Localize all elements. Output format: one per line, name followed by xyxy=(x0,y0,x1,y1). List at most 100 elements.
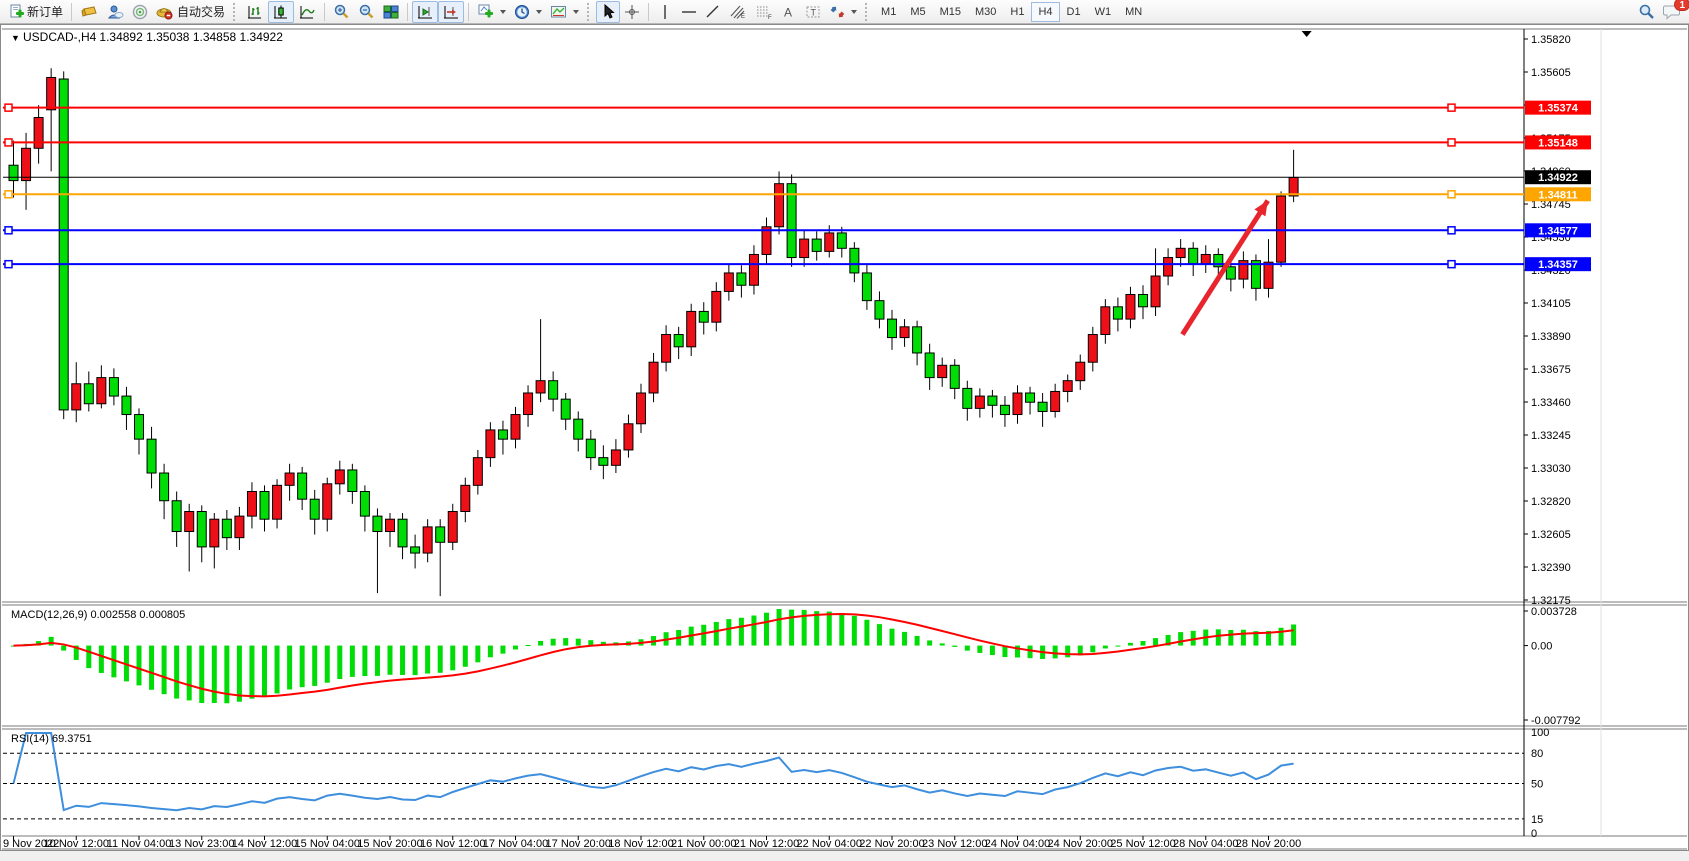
gold-ingot-button[interactable] xyxy=(76,1,102,23)
trendline-button[interactable] xyxy=(701,1,725,23)
arrows-button[interactable] xyxy=(826,1,861,23)
search-button[interactable] xyxy=(1634,1,1659,23)
bar-chart-button[interactable] xyxy=(242,1,268,23)
svg-text:18 Nov 12:00: 18 Nov 12:00 xyxy=(608,838,673,850)
periods-caret xyxy=(536,10,542,14)
autoscroll-button[interactable] xyxy=(412,1,438,23)
svg-text:24 Nov 04:00: 24 Nov 04:00 xyxy=(985,838,1050,850)
svg-text:A: A xyxy=(784,5,792,19)
toolbar-separator xyxy=(407,3,408,21)
chart-canvas[interactable]: 1.358201.356051.353901.351751.349601.347… xyxy=(1,25,1688,850)
timeframe-group: M1M5M15M30H1H4D1W1MN xyxy=(874,2,1149,22)
zoom-out-button[interactable] xyxy=(354,1,379,23)
search-icon xyxy=(1638,3,1655,20)
timeframe-w1[interactable]: W1 xyxy=(1088,2,1119,22)
periods-clock-icon xyxy=(514,4,531,20)
svg-text:1.33890: 1.33890 xyxy=(1531,331,1571,343)
svg-text:13 Nov 23:00: 13 Nov 23:00 xyxy=(169,838,234,850)
crosshair-button[interactable] xyxy=(620,1,644,23)
svg-text:16 Nov 12:00: 16 Nov 12:00 xyxy=(420,838,485,850)
svg-text:1.33030: 1.33030 xyxy=(1531,463,1571,475)
signal-button[interactable] xyxy=(128,1,152,23)
svg-text:F: F xyxy=(768,15,772,20)
line-chart-button[interactable] xyxy=(294,1,320,23)
svg-text:1.33675: 1.33675 xyxy=(1531,364,1571,376)
arrows-icon xyxy=(830,4,846,20)
toolbar-grip xyxy=(587,3,592,21)
auto-trading-label: 自动交易 xyxy=(177,3,225,20)
chart-shift-button[interactable] xyxy=(438,1,464,23)
arrows-caret xyxy=(851,10,857,14)
indicators-button[interactable] xyxy=(473,1,510,23)
agent-icon xyxy=(106,4,124,20)
svg-text:0.003728: 0.003728 xyxy=(1531,606,1577,618)
text-label-icon: T xyxy=(805,4,822,20)
trendline-icon xyxy=(705,4,721,20)
channel-button[interactable]: E xyxy=(725,1,751,23)
fibonacci-button[interactable]: F xyxy=(751,1,777,23)
svg-text:24 Nov 20:00: 24 Nov 20:00 xyxy=(1048,838,1113,850)
status-bar xyxy=(0,851,1689,860)
text-button[interactable]: A xyxy=(777,1,801,23)
indicators-caret xyxy=(500,10,506,14)
new-order-button[interactable]: 新订单 xyxy=(4,1,67,23)
template-icon xyxy=(550,4,568,20)
horizontal-line-icon xyxy=(681,4,697,20)
tile-windows-button[interactable] xyxy=(379,1,403,23)
svg-text:1.33460: 1.33460 xyxy=(1531,397,1571,409)
timeframe-m1[interactable]: M1 xyxy=(874,2,903,22)
svg-text:-0.007792: -0.007792 xyxy=(1531,715,1581,727)
notification-badge: 1 xyxy=(1674,0,1689,11)
zoom-out-icon xyxy=(358,4,375,20)
auto-trading-button[interactable]: 自动交易 xyxy=(152,1,229,23)
toolbar-separator xyxy=(468,3,469,21)
svg-text:1.34577: 1.34577 xyxy=(1538,225,1578,237)
cursor-button[interactable] xyxy=(596,1,620,23)
timeframe-h1[interactable]: H1 xyxy=(1003,2,1031,22)
svg-text:21 Nov 12:00: 21 Nov 12:00 xyxy=(734,838,799,850)
timeframe-m15[interactable]: M15 xyxy=(933,2,968,22)
rsi-label: RSI(14) 69.3751 xyxy=(11,733,92,745)
svg-text:1.33245: 1.33245 xyxy=(1531,430,1571,442)
chat-button[interactable]: 1 xyxy=(1659,1,1685,23)
crosshair-icon xyxy=(624,4,640,20)
svg-text:1.32820: 1.32820 xyxy=(1531,496,1571,508)
new-order-icon xyxy=(8,4,24,20)
toolbar-separator xyxy=(324,3,325,21)
candlestick-chart-button[interactable] xyxy=(268,1,294,23)
svg-text:15 Nov 20:00: 15 Nov 20:00 xyxy=(357,838,422,850)
timeframe-m5[interactable]: M5 xyxy=(903,2,932,22)
svg-text:28 Nov 20:00: 28 Nov 20:00 xyxy=(1236,838,1301,850)
text-label-button[interactable]: T xyxy=(801,1,826,23)
svg-text:1.32390: 1.32390 xyxy=(1531,562,1571,574)
svg-text:1.34105: 1.34105 xyxy=(1531,298,1571,310)
zoom-in-button[interactable] xyxy=(329,1,354,23)
macd-label: MACD(12,26,9) 0.002558 0.000805 xyxy=(11,609,185,621)
svg-text:14 Nov 12:00: 14 Nov 12:00 xyxy=(232,838,297,850)
date-axis[interactable]: 9 Nov 202210 Nov 12:0011 Nov 04:0013 Nov… xyxy=(3,836,1301,850)
chart-title-ohlc: 1.34892 1.35038 1.34858 1.34922 xyxy=(99,30,283,44)
template-button[interactable] xyxy=(546,1,583,23)
periods-button[interactable] xyxy=(510,1,546,23)
svg-text:22 Nov 04:00: 22 Nov 04:00 xyxy=(797,838,862,850)
agent-button[interactable] xyxy=(102,1,128,23)
svg-text:0: 0 xyxy=(1531,828,1537,840)
fibonacci-icon: F xyxy=(755,4,773,20)
horizontal-line-button[interactable] xyxy=(677,1,701,23)
zoom-in-icon xyxy=(333,4,350,20)
svg-text:1.35820: 1.35820 xyxy=(1531,34,1571,46)
vertical-line-icon xyxy=(659,4,671,20)
collapse-arrow-icon[interactable]: ▼ xyxy=(11,33,20,43)
auto-trading-icon xyxy=(156,4,174,20)
timeframe-m30[interactable]: M30 xyxy=(968,2,1003,22)
timeframe-h4[interactable]: H4 xyxy=(1031,2,1059,22)
timeframe-mn[interactable]: MN xyxy=(1118,2,1149,22)
svg-text:11 Nov 04:00: 11 Nov 04:00 xyxy=(107,838,172,850)
indicators-icon xyxy=(477,4,495,20)
chart-title: ▼ USDCAD-,H4 1.34892 1.35038 1.34858 1.3… xyxy=(11,30,283,44)
svg-text:80: 80 xyxy=(1531,748,1543,760)
timeframe-d1[interactable]: D1 xyxy=(1060,2,1088,22)
main-toolbar: 新订单 自动交易 xyxy=(0,0,1689,24)
svg-text:1.35148: 1.35148 xyxy=(1538,137,1578,149)
vertical-line-button[interactable] xyxy=(653,1,677,23)
